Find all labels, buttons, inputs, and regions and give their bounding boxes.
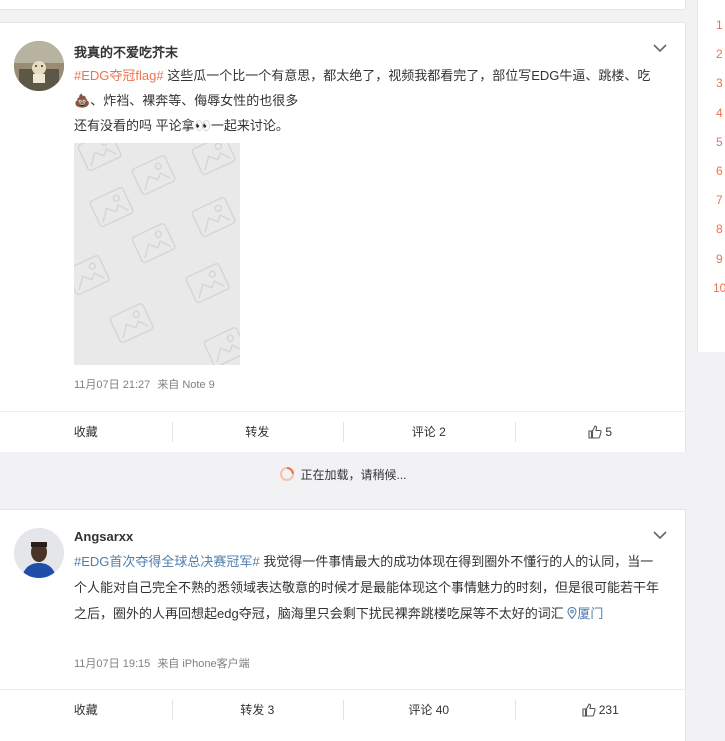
like-button[interactable]: 5 xyxy=(514,412,687,451)
eyes-emoji-icon: 👀 xyxy=(194,118,211,133)
thumbs-up-icon xyxy=(582,703,596,717)
like-count: 5 xyxy=(605,424,613,439)
thumbs-up-icon xyxy=(588,425,603,439)
location-text: 厦门 xyxy=(577,606,604,621)
post-text-line2-end: 一起来讨论。 xyxy=(210,118,289,133)
action-bar: 收藏 转发 评论 2 5 xyxy=(0,411,686,451)
rank-number[interactable]: 4 xyxy=(716,106,723,120)
post-text: #EDG首次夺得全球总决赛冠军# 我觉得一件事情最大的成功体现在得到圈外不懂行的… xyxy=(74,549,666,627)
rank-number[interactable]: 3 xyxy=(716,76,723,90)
rank-number[interactable]: 8 xyxy=(716,222,723,236)
repost-button[interactable]: 转发 xyxy=(171,412,344,451)
location-pin-icon xyxy=(567,606,577,620)
location-link[interactable]: 厦门 xyxy=(567,606,603,621)
weibo-card: Angsarxx #EDG首次夺得全球总决赛冠军# 我觉得一件事情最大的成功体现… xyxy=(0,509,686,741)
rank-number[interactable]: 7 xyxy=(716,193,723,207)
rank-number[interactable]: 6 xyxy=(716,164,723,178)
collect-button[interactable]: 收藏 xyxy=(0,412,172,451)
loading-text: 正在加载，请稍候... xyxy=(300,467,407,482)
previous-card-bottom xyxy=(0,0,686,10)
comment-button[interactable]: 评论 2 xyxy=(343,412,515,451)
post-text-line2: 还有没看的吗 平论拿 xyxy=(74,118,195,133)
rank-number[interactable]: 5 xyxy=(716,135,723,149)
username[interactable]: 我真的不爱吃芥末 xyxy=(74,42,178,61)
post-source: 来自 Note 9 xyxy=(157,379,215,391)
image-placeholder-icon xyxy=(74,143,240,365)
rank-number[interactable]: 1 xyxy=(716,18,723,32)
rank-number[interactable]: 10 xyxy=(713,281,725,295)
loading-indicator: 正在加载，请稍候... xyxy=(0,452,686,496)
collect-label: 收藏 xyxy=(73,425,98,439)
post-text: #EDG夺冠flag# 这些瓜一个比一个有意思，都太绝了，视频我都看完了，部位写… xyxy=(74,63,666,138)
comment-label: 评论 40 xyxy=(408,703,450,717)
comment-button[interactable]: 评论 40 xyxy=(343,690,515,729)
collect-button[interactable]: 收藏 xyxy=(0,690,172,729)
username[interactable]: Angsarxx xyxy=(74,529,133,544)
post-text-part2: 、炸裆、裸奔等、侮辱女性的也很多 xyxy=(90,93,299,108)
post-text-part1: 这些瓜一个比一个有意思，都太绝了，视频我都看完了，部位写EDG牛逼、跳楼、吃 xyxy=(163,68,651,83)
avatar[interactable] xyxy=(14,528,64,578)
repost-button[interactable]: 转发 3 xyxy=(171,690,344,729)
weibo-card: 我真的不爱吃芥末 #EDG夺冠flag# 这些瓜一个比一个有意思，都太绝了，视频… xyxy=(0,22,686,496)
repost-label: 转发 xyxy=(245,425,270,439)
hot-search-sidebar: 1 2 3 4 5 6 7 8 9 10 xyxy=(697,0,725,352)
collect-label: 收藏 xyxy=(73,703,98,717)
topic-link[interactable]: #EDG首次夺得全球总决赛冠军# xyxy=(74,554,260,569)
comment-label: 评论 2 xyxy=(411,425,446,439)
poop-emoji-icon: 💩 xyxy=(74,93,91,108)
like-button[interactable]: 231 xyxy=(514,690,687,729)
like-count: 231 xyxy=(598,702,619,717)
topic-link[interactable]: #EDG夺冠flag# xyxy=(74,68,164,83)
repost-label: 转发 3 xyxy=(240,703,275,717)
image-placeholder[interactable] xyxy=(74,143,240,365)
avatar[interactable] xyxy=(14,41,64,91)
rank-number[interactable]: 9 xyxy=(716,252,723,266)
loading-spinner-icon xyxy=(280,467,295,481)
action-bar: 收藏 转发 3 评论 40 231 xyxy=(0,689,686,729)
post-source: 来自 iPhone客户端 xyxy=(157,658,250,670)
timestamp[interactable]: 11月07日 21:27 xyxy=(74,379,150,391)
rank-number[interactable]: 2 xyxy=(716,47,723,61)
post-meta: 11月07日 21:27 来自 Note 9 xyxy=(74,376,215,392)
post-meta: 11月07日 19:15 来自 iPhone客户端 xyxy=(74,655,250,671)
chevron-down-icon[interactable] xyxy=(653,530,667,540)
timestamp[interactable]: 11月07日 19:15 xyxy=(74,658,150,670)
chevron-down-icon[interactable] xyxy=(653,43,667,53)
